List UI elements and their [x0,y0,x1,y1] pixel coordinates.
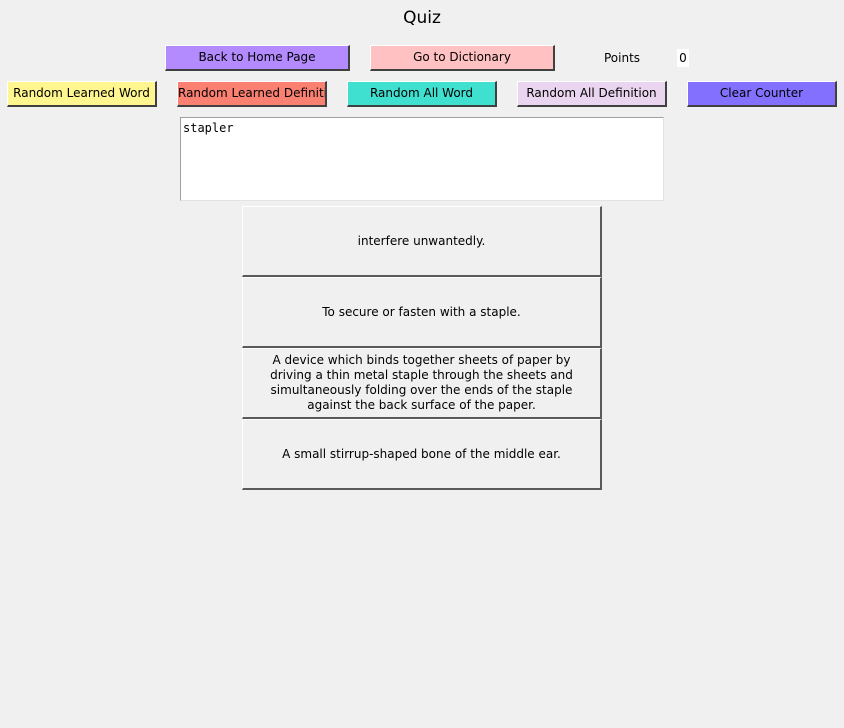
random-all-word-button[interactable]: Random All Word [347,81,497,107]
answer-option-3[interactable]: A device which binds together sheets of … [242,348,602,419]
clear-counter-button[interactable]: Clear Counter [687,81,837,107]
quiz-title: Quiz [403,8,441,28]
answer-option-2-text: To secure or fasten with a staple. [322,304,521,319]
answer-option-1-text: interfere unwantedly. [357,233,486,248]
answer-option-1[interactable]: interfere unwantedly. [242,206,602,277]
go-to-dictionary-button[interactable]: Go to Dictionary [370,45,555,71]
back-to-home-button[interactable]: Back to Home Page [165,45,350,71]
points-label: Points [604,51,641,65]
question-word-textbox[interactable]: stapler [180,117,664,201]
question-word-text: stapler [183,121,234,135]
answer-option-4[interactable]: A small stirrup-shaped bone of the middl… [242,419,602,490]
random-learned-word-button[interactable]: Random Learned Word [7,81,157,107]
answer-option-4-text: A small stirrup-shaped bone of the middl… [282,446,561,461]
random-all-definition-button[interactable]: Random All Definition [517,81,667,107]
random-learned-definition-button[interactable]: Random Learned Definition [177,81,327,107]
answer-option-3-text: A device which binds together sheets of … [270,353,573,412]
points-value: 0 [677,49,689,67]
answer-option-2[interactable]: To secure or fasten with a staple. [242,277,602,348]
